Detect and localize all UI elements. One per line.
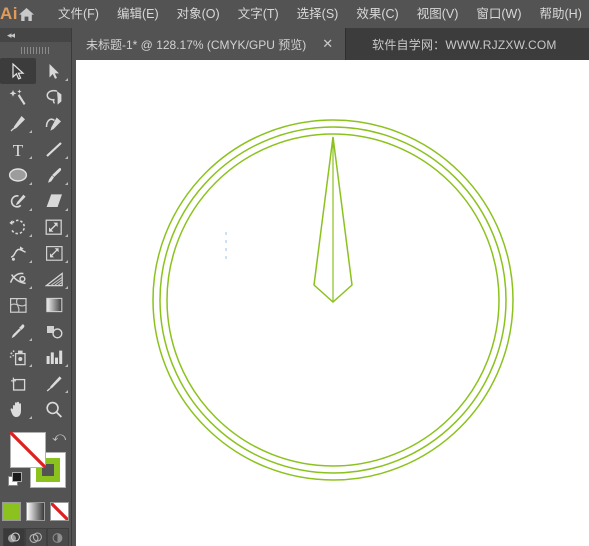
tool-flyout-indicator [29, 338, 32, 341]
hand-tool[interactable] [0, 396, 36, 422]
artboard-tool[interactable] [0, 370, 36, 396]
tool-grid: T [0, 58, 71, 422]
menu-select[interactable]: 选择(S) [288, 3, 348, 25]
tool-flyout-indicator [65, 156, 68, 159]
menu-edit[interactable]: 编辑(E) [108, 3, 168, 25]
blend-tool[interactable] [36, 318, 72, 344]
width-tool[interactable] [0, 240, 36, 266]
menu-window[interactable]: 窗口(W) [467, 3, 530, 25]
tool-flyout-indicator [65, 260, 68, 263]
fill-swatch[interactable] [10, 432, 46, 468]
symbol-sprayer-tool[interactable] [0, 344, 36, 370]
tool-flyout-indicator [65, 78, 68, 81]
tool-flyout-indicator [29, 286, 32, 289]
menu-file[interactable]: 文件(F) [49, 3, 108, 25]
none-mode-swatch[interactable] [50, 502, 69, 521]
menu-type[interactable]: 文字(T) [229, 3, 288, 25]
menu-bar: Ai 文件(F) 编辑(E) 对象(O) 文字(T) 选择(S) 效果(C) 视… [0, 0, 589, 28]
line-segment-tool[interactable] [36, 136, 72, 162]
tool-flyout-indicator [29, 364, 32, 367]
shape-builder-tool[interactable] [0, 266, 36, 292]
home-icon[interactable] [18, 0, 35, 28]
tool-flyout-indicator [29, 182, 32, 185]
color-mode-row [0, 502, 71, 521]
gradient-tool[interactable] [36, 292, 72, 318]
gradient-mode-swatch[interactable] [26, 502, 45, 521]
eraser-tool[interactable] [36, 188, 72, 214]
ellipse-tool[interactable] [0, 162, 36, 188]
none-slash-icon [51, 503, 68, 520]
paintbrush-tool[interactable] [36, 162, 72, 188]
tools-panel: ◂◂ T ⤺ [0, 28, 72, 546]
panel-drag-handle[interactable] [0, 42, 71, 58]
artboard[interactable] [76, 60, 589, 546]
selection-tool[interactable] [0, 58, 36, 84]
draw-behind-button[interactable] [24, 528, 47, 546]
canvas-area [72, 60, 589, 546]
tool-flyout-indicator [65, 182, 68, 185]
menu-effect[interactable]: 效果(C) [347, 3, 407, 25]
artwork-svg [152, 119, 514, 481]
draw-inside-button[interactable] [46, 528, 69, 546]
magic-wand-tool[interactable] [0, 84, 36, 110]
slice-tool[interactable] [36, 370, 72, 396]
tool-flyout-indicator [29, 416, 32, 419]
svg-text:T: T [13, 141, 24, 158]
lasso-tool[interactable] [36, 84, 72, 110]
tool-flyout-indicator [65, 208, 68, 211]
tool-flyout-indicator [29, 260, 32, 263]
tool-flyout-indicator [65, 390, 68, 393]
zoom-tool[interactable] [36, 396, 72, 422]
tool-flyout-indicator [29, 234, 32, 237]
curvature-tool[interactable] [36, 110, 72, 136]
tool-flyout-indicator [65, 364, 68, 367]
column-graph-tool[interactable] [36, 344, 72, 370]
swap-fill-stroke-icon[interactable]: ⤺ [52, 430, 66, 443]
collapse-panel-icon[interactable]: ◂◂ [7, 30, 15, 40]
color-mode-swatch[interactable] [2, 502, 21, 521]
type-tool[interactable]: T [0, 136, 36, 162]
menu-item-list: 文件(F) 编辑(E) 对象(O) 文字(T) 选择(S) 效果(C) 视图(V… [49, 3, 589, 25]
pen-tool[interactable] [0, 110, 36, 136]
tools-panel-header[interactable]: ◂◂ [0, 28, 71, 42]
tool-flyout-indicator [29, 208, 32, 211]
scale-tool[interactable] [36, 214, 72, 240]
menu-help[interactable]: 帮助(H) [531, 3, 589, 25]
default-fill-stroke-icon[interactable] [8, 472, 22, 486]
document-tab-bar: 未标题-1* @ 128.17% (CMYK/GPU 预览) ✕ 软件自学网：W… [72, 28, 589, 60]
fill-stroke-controls: ⤺ [0, 428, 72, 498]
rotate-tool[interactable] [0, 214, 36, 240]
tool-flyout-indicator [65, 234, 68, 237]
watermark-text: 软件自学网：WWW.RJZXW.COM [372, 37, 557, 52]
menu-object[interactable]: 对象(O) [168, 3, 229, 25]
menu-view[interactable]: 视图(V) [408, 3, 468, 25]
eyedropper-tool[interactable] [0, 318, 36, 344]
draw-mode-row [0, 528, 71, 546]
none-slash-icon [10, 432, 46, 468]
document-tab-label: 未标题-1* @ 128.17% (CMYK/GPU 预览) [86, 37, 307, 52]
illustrator-window: Ai 文件(F) 编辑(E) 对象(O) 文字(T) 选择(S) 效果(C) 视… [0, 0, 589, 546]
document-tab[interactable]: 未标题-1* @ 128.17% (CMYK/GPU 预览) ✕ [72, 28, 347, 60]
tool-flyout-indicator [29, 130, 32, 133]
needle-group [313, 136, 353, 304]
perspective-grid-tool[interactable] [36, 266, 72, 292]
direct-selection-tool[interactable] [36, 58, 72, 84]
close-icon[interactable]: ✕ [318, 37, 337, 50]
tool-flyout-indicator [65, 286, 68, 289]
draw-normal-button[interactable] [2, 528, 25, 546]
app-logo: Ai [0, 4, 18, 23]
tool-flyout-indicator [29, 156, 32, 159]
free-transform-tool[interactable] [36, 240, 72, 266]
shaper-tool[interactable] [0, 188, 36, 214]
mesh-tool[interactable] [0, 292, 36, 318]
